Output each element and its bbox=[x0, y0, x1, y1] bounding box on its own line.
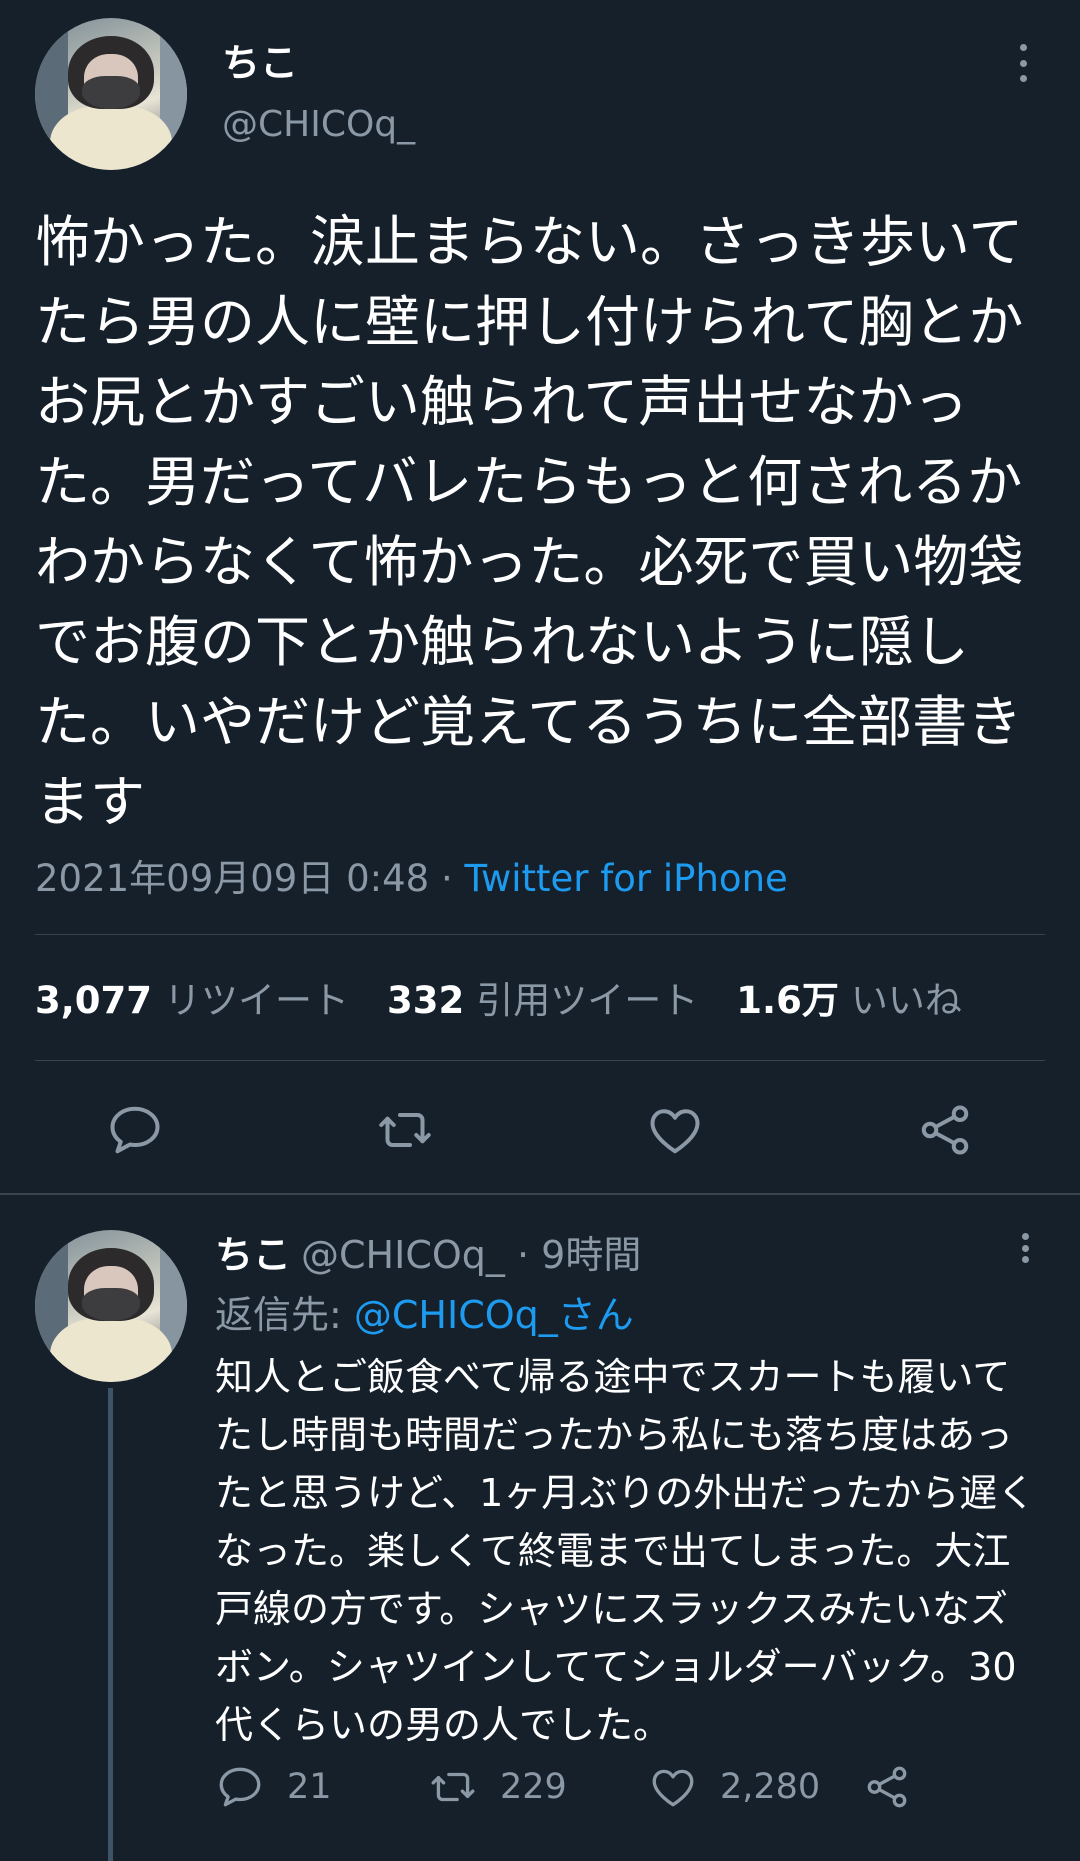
like-count: 2,280 bbox=[720, 1767, 821, 1807]
reply-icon bbox=[219, 1767, 261, 1807]
action-bar bbox=[0, 1100, 1080, 1160]
user-handle[interactable]: @CHICOq_ bbox=[222, 104, 415, 145]
divider bbox=[0, 1193, 1080, 1195]
retweet-icon[interactable] bbox=[375, 1100, 435, 1160]
replying-to-label: 返信先: bbox=[215, 1293, 354, 1337]
likes-count: 1.6万 bbox=[736, 979, 839, 1022]
like-icon bbox=[652, 1769, 694, 1807]
reply-header: ちこ @CHICOq_ · 9時間 bbox=[215, 1224, 641, 1279]
likes-label: いいね bbox=[850, 979, 962, 1022]
quotes-stat[interactable]: 332 引用ツイート bbox=[387, 970, 698, 1024]
like-button[interactable]: 2,280 bbox=[648, 1762, 820, 1812]
reply-count: 21 bbox=[287, 1767, 332, 1807]
tweet-stats: 3,077 リツイート 332 引用ツイート 1.6万 いいね bbox=[35, 970, 962, 1024]
reply-icon[interactable] bbox=[105, 1100, 165, 1160]
retweets-stat[interactable]: 3,077 リツイート bbox=[35, 970, 349, 1024]
divider bbox=[35, 1060, 1045, 1061]
time-separator: · bbox=[504, 1233, 542, 1277]
relative-time[interactable]: 9時間 bbox=[541, 1233, 641, 1277]
replying-to: 返信先: @CHICOq_さん bbox=[215, 1284, 634, 1339]
more-options-icon[interactable] bbox=[1008, 44, 1038, 82]
quotes-label: 引用ツイート bbox=[476, 979, 699, 1022]
tweet-text: 怖かった。涙止まらない。さっき歩いてたら男の人に壁に押し付けられて胸とかお尻とか… bbox=[35, 210, 1024, 834]
user-handle[interactable]: @CHICOq_ bbox=[301, 1233, 505, 1277]
avatar[interactable] bbox=[35, 18, 187, 170]
share-button[interactable] bbox=[862, 1762, 912, 1812]
replying-to-mention[interactable]: @CHICOq_さん bbox=[354, 1293, 634, 1337]
display-name[interactable]: ちこ bbox=[222, 32, 298, 87]
main-tweet: ちこ @CHICOq_ 怖かった。涙止まらない。さっき歩いてたら男の人に壁に押し… bbox=[0, 0, 1080, 1195]
meta-separator: · bbox=[429, 857, 465, 900]
retweet-count: 229 bbox=[500, 1767, 567, 1807]
retweet-button[interactable]: 229 bbox=[428, 1762, 567, 1812]
reply-text: 知人とご飯食べて帰る途中でスカートも履いてたし時間も時間だったから私にも落ち度は… bbox=[215, 1355, 1036, 1747]
share-icon[interactable] bbox=[915, 1100, 975, 1160]
avatar[interactable] bbox=[35, 1230, 187, 1382]
retweet-icon bbox=[431, 1772, 475, 1802]
source-link[interactable]: Twitter for iPhone bbox=[464, 857, 787, 900]
display-name[interactable]: ちこ bbox=[215, 1233, 291, 1277]
divider bbox=[35, 934, 1045, 935]
retweets-label: リツイート bbox=[164, 979, 350, 1022]
quotes-count: 332 bbox=[387, 979, 465, 1022]
more-options-icon[interactable] bbox=[1010, 1233, 1040, 1263]
retweets-count: 3,077 bbox=[35, 979, 153, 1022]
tweet-meta: 2021年09月09日 0:48 · Twitter for iPhone bbox=[35, 848, 788, 902]
timestamp[interactable]: 2021年09月09日 0:48 bbox=[35, 857, 429, 900]
share-icon bbox=[867, 1766, 907, 1808]
like-icon[interactable] bbox=[645, 1100, 705, 1160]
reply-button[interactable]: 21 bbox=[215, 1762, 332, 1812]
likes-stat[interactable]: 1.6万 いいね bbox=[736, 970, 962, 1024]
reply-action-bar: 21 229 2,280 bbox=[0, 1762, 1080, 1812]
